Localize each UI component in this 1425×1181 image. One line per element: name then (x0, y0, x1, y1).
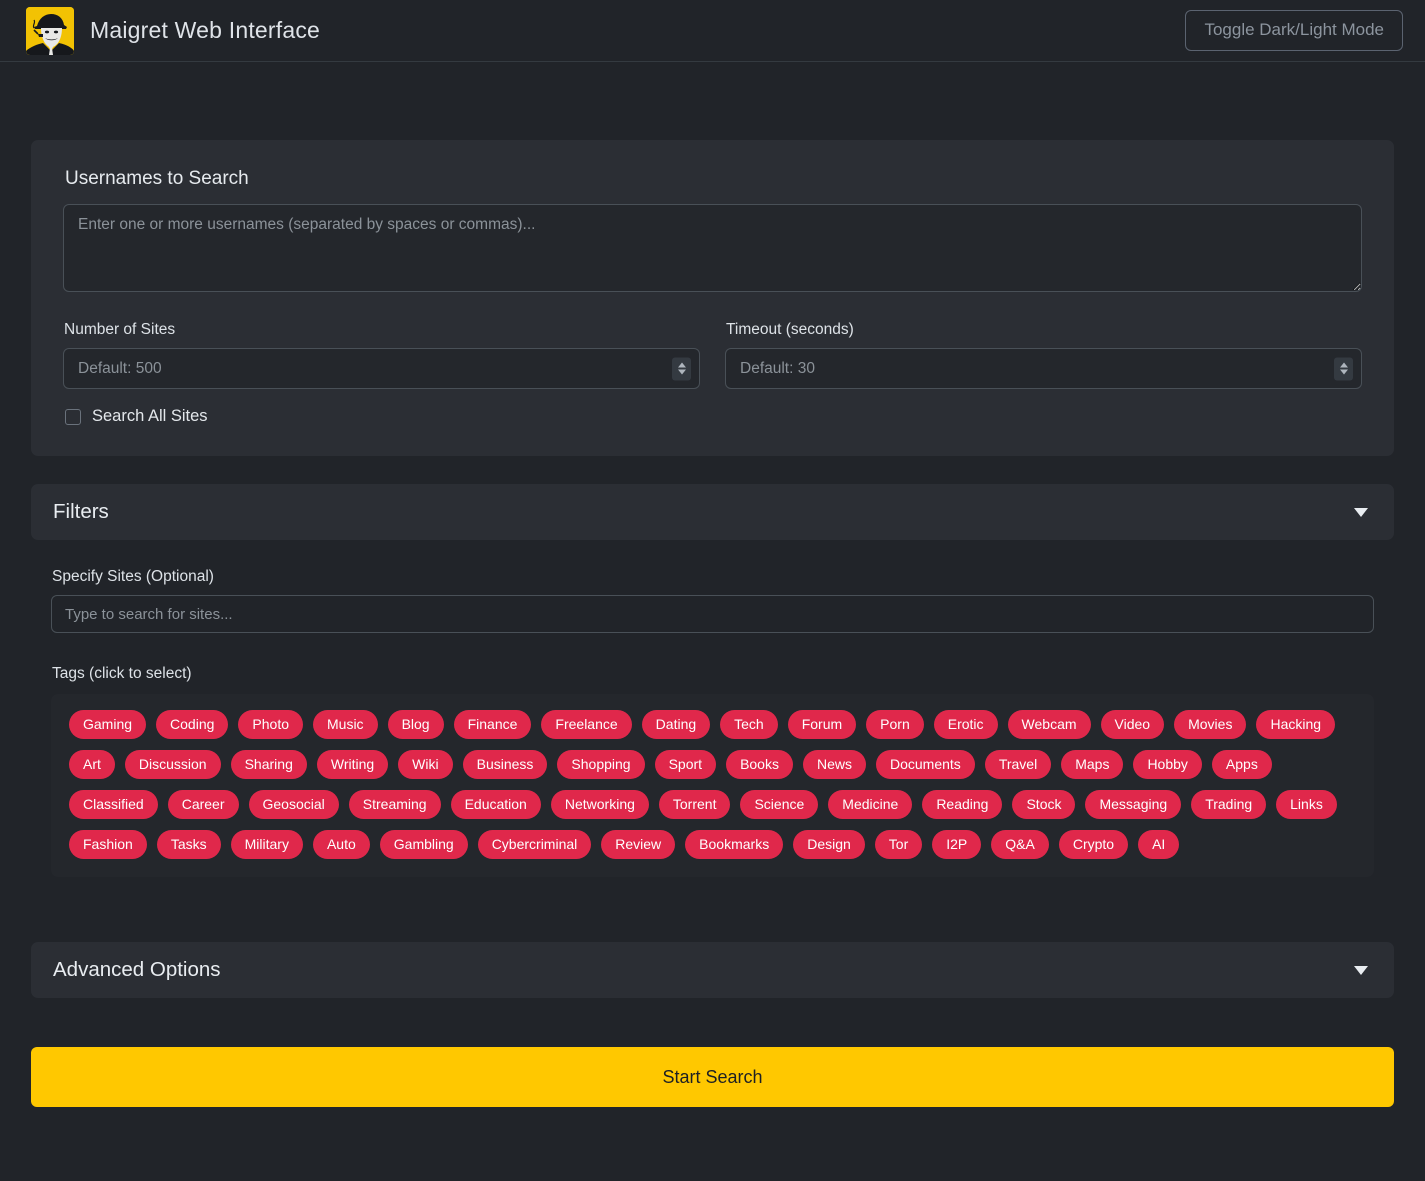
tag-chip[interactable]: Photo (238, 710, 303, 739)
tag-chip[interactable]: Apps (1212, 750, 1272, 779)
tag-chip[interactable]: Hacking (1256, 710, 1335, 739)
usernames-label: Usernames to Search (65, 168, 1362, 190)
tag-chip[interactable]: Military (231, 830, 303, 859)
tag-chip[interactable]: Blog (388, 710, 444, 739)
tag-chip[interactable]: Travel (985, 750, 1051, 779)
tag-chip[interactable]: Streaming (349, 790, 441, 819)
search-all-sites-label: Search All Sites (92, 407, 208, 426)
numeric-fields-row: Number of Sites Timeout (seconds) (63, 321, 1362, 389)
tag-chip[interactable]: Tech (720, 710, 778, 739)
tag-chip[interactable]: Geosocial (249, 790, 339, 819)
tag-chip[interactable]: Business (463, 750, 548, 779)
tag-chip[interactable]: Torrent (659, 790, 731, 819)
advanced-options-section-header[interactable]: Advanced Options (31, 942, 1394, 998)
tag-chip[interactable]: Finance (454, 710, 532, 739)
tag-chip[interactable]: Education (451, 790, 541, 819)
number-of-sites-label: Number of Sites (64, 321, 700, 339)
timeout-stepper[interactable] (1334, 357, 1353, 380)
chevron-up-icon (1340, 363, 1348, 368)
tag-chip[interactable]: Discussion (125, 750, 221, 779)
tag-chip[interactable]: Sport (655, 750, 716, 779)
tag-chip[interactable]: News (803, 750, 866, 779)
timeout-label: Timeout (seconds) (726, 321, 1362, 339)
filters-section-header[interactable]: Filters (31, 484, 1394, 540)
tags-list: Gaming Coding Photo Music Blog Finance Freelan… (51, 694, 1374, 877)
timeout-input[interactable] (725, 348, 1362, 389)
tag-chip[interactable]: Shopping (557, 750, 644, 779)
tag-chip[interactable]: Forum (788, 710, 856, 739)
tag-chip[interactable]: I2P (932, 830, 981, 859)
chevron-down-icon (1354, 508, 1368, 517)
tag-chip[interactable]: Cybercriminal (478, 830, 592, 859)
tag-chip[interactable]: Gambling (380, 830, 468, 859)
tag-chip[interactable]: Reading (922, 790, 1002, 819)
tag-chip[interactable]: Books (726, 750, 793, 779)
tag-chip[interactable]: Tor (875, 830, 922, 859)
chevron-down-icon (1354, 966, 1368, 975)
specify-sites-label: Specify Sites (Optional) (52, 568, 1374, 586)
tag-chip[interactable]: AI (1138, 830, 1179, 859)
tag-chip[interactable]: Porn (866, 710, 924, 739)
tag-chip[interactable]: Bookmarks (685, 830, 783, 859)
tag-chip[interactable]: Freelance (541, 710, 631, 739)
tags-section: Tags (click to select) Gaming Coding Photo… (51, 665, 1374, 877)
tag-chip[interactable]: Medicine (828, 790, 912, 819)
chevron-up-icon (678, 363, 686, 368)
tag-chip[interactable]: Fashion (69, 830, 147, 859)
tag-chip[interactable]: Review (601, 830, 675, 859)
brand: Maigret Web Interface (26, 7, 320, 55)
tag-chip[interactable]: Video (1101, 710, 1165, 739)
tag-chip[interactable]: Maps (1061, 750, 1123, 779)
tag-chip[interactable]: Webcam (1008, 710, 1091, 739)
number-of-sites-field: Number of Sites (63, 321, 700, 389)
chevron-down-icon (678, 370, 686, 375)
tag-chip[interactable]: Classified (69, 790, 158, 819)
tag-chip[interactable]: Hobby (1133, 750, 1201, 779)
tag-chip[interactable]: Links (1276, 790, 1337, 819)
tag-chip[interactable]: Crypto (1059, 830, 1128, 859)
tags-label: Tags (click to select) (52, 665, 1374, 683)
specify-sites-input[interactable] (51, 595, 1374, 633)
main-container: Usernames to Search Number of Sites Time… (31, 62, 1394, 1107)
tag-chip[interactable]: Design (793, 830, 865, 859)
tag-chip[interactable]: Tasks (157, 830, 221, 859)
start-search-button[interactable]: Start Search (31, 1047, 1394, 1107)
tag-chip[interactable]: Sharing (231, 750, 307, 779)
search-all-sites-checkbox[interactable] (65, 409, 81, 425)
search-all-sites-row[interactable]: Search All Sites (65, 407, 1362, 426)
filters-section-body: Specify Sites (Optional) Tags (click to … (31, 540, 1394, 877)
tag-chip[interactable]: Coding (156, 710, 228, 739)
tag-chip[interactable]: Stock (1012, 790, 1075, 819)
number-of-sites-stepper[interactable] (672, 357, 691, 380)
tag-chip[interactable]: Auto (313, 830, 370, 859)
tag-chip[interactable]: Movies (1174, 710, 1246, 739)
tag-chip[interactable]: Erotic (934, 710, 998, 739)
advanced-options-title: Advanced Options (53, 958, 221, 982)
tag-chip[interactable]: Documents (876, 750, 975, 779)
usernames-input[interactable] (63, 204, 1362, 292)
tag-chip[interactable]: Writing (317, 750, 388, 779)
tag-chip[interactable]: Trading (1191, 790, 1266, 819)
toggle-dark-light-mode-button[interactable]: Toggle Dark/Light Mode (1185, 10, 1403, 51)
search-card: Usernames to Search Number of Sites Time… (31, 140, 1394, 456)
chevron-down-icon (1340, 370, 1348, 375)
tag-chip[interactable]: Dating (642, 710, 710, 739)
filters-title: Filters (53, 500, 109, 524)
detective-logo-icon (26, 7, 74, 55)
tag-chip[interactable]: Gaming (69, 710, 146, 739)
tag-chip[interactable]: Q&A (991, 830, 1049, 859)
tag-chip[interactable]: Career (168, 790, 239, 819)
tag-chip[interactable]: Science (740, 790, 818, 819)
tag-chip[interactable]: Wiki (398, 750, 452, 779)
number-of-sites-input[interactable] (63, 348, 700, 389)
timeout-field: Timeout (seconds) (725, 321, 1362, 389)
tag-chip[interactable]: Networking (551, 790, 649, 819)
tag-chip[interactable]: Messaging (1085, 790, 1181, 819)
page-title: Maigret Web Interface (90, 17, 320, 44)
tag-chip[interactable]: Art (69, 750, 115, 779)
app-header: Maigret Web Interface Toggle Dark/Light … (0, 0, 1425, 62)
tag-chip[interactable]: Music (313, 710, 378, 739)
